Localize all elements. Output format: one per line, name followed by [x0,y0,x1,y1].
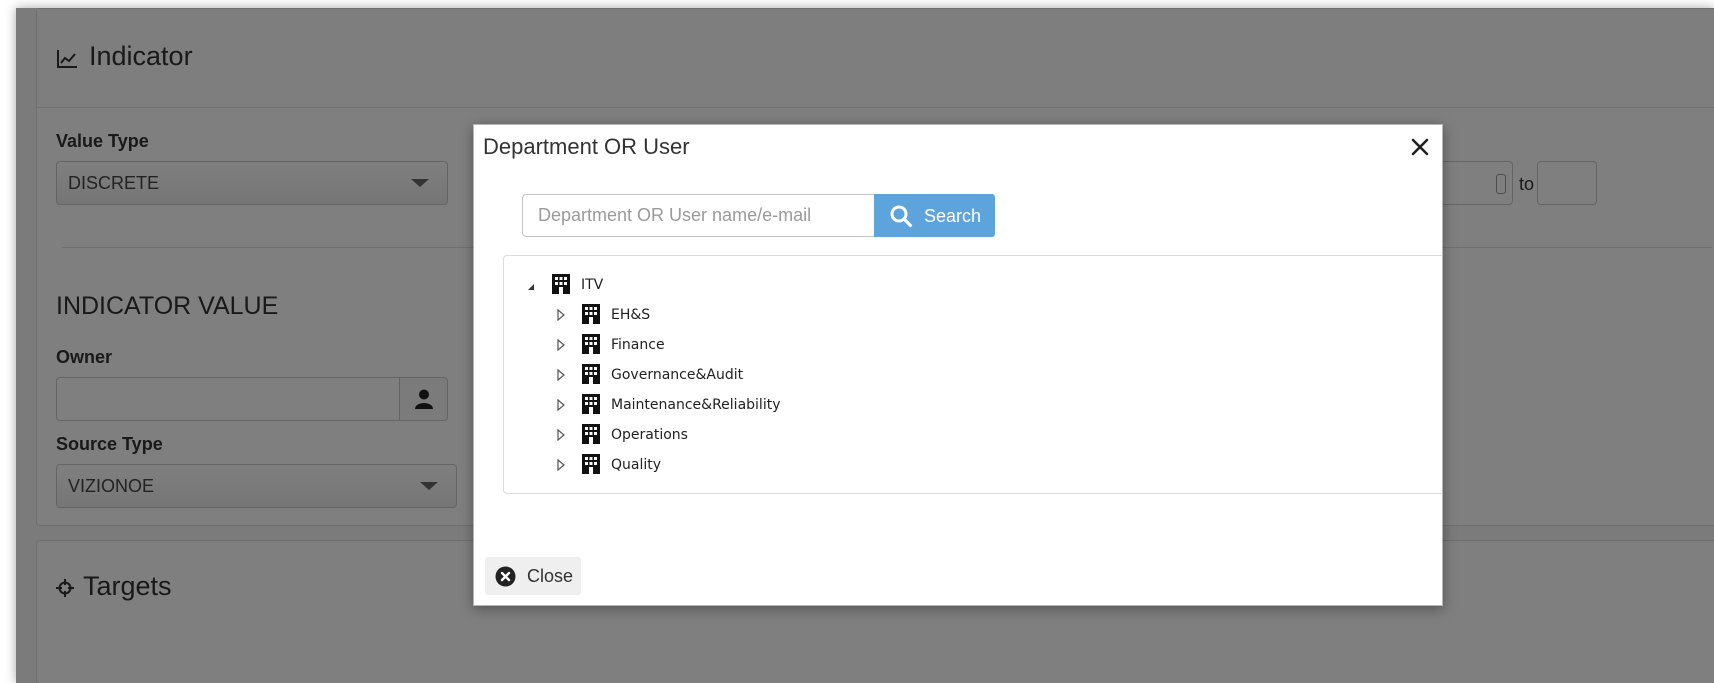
search-input[interactable] [522,194,875,237]
app-window: Indicator Value Type DISCRETE INDICATOR … [16,8,1714,683]
triangle-expanded-icon[interactable] [526,279,536,297]
tree-node-label[interactable]: ITV [581,277,603,293]
triangle-collapsed-icon[interactable] [556,308,566,326]
building-icon [581,422,601,449]
department-tree: ITV EH&S Finance Governance&Audit Mainte… [503,255,1442,494]
building-icon [581,302,601,329]
search-icon [889,204,913,233]
search-button-label: Search [924,206,982,226]
building-icon [551,272,571,299]
tree-node-label[interactable]: EH&S [611,307,650,323]
tree-node-label[interactable]: Governance&Audit [611,367,743,383]
tree-node-label[interactable]: Finance [611,337,665,353]
department-user-dialog: Department OR User Search [473,124,1443,606]
triangle-collapsed-icon[interactable] [556,338,566,356]
building-icon [581,362,601,389]
building-icon [581,332,601,359]
close-button[interactable]: Close [485,557,581,595]
building-icon [581,392,601,419]
triangle-collapsed-icon[interactable] [556,458,566,476]
tree-node-label[interactable]: Operations [611,427,688,443]
triangle-collapsed-icon[interactable] [556,428,566,446]
search-button[interactable]: Search [874,194,995,237]
triangle-collapsed-icon[interactable] [556,368,566,386]
tree-node-label[interactable]: Quality [611,457,661,473]
dialog-title: Department OR User [483,134,690,159]
close-button-label: Close [527,566,574,586]
close-circle-icon [495,566,516,592]
tree-node-label[interactable]: Maintenance&Reliability [611,397,780,413]
building-icon [581,452,601,479]
close-x-icon[interactable] [1406,133,1434,161]
triangle-collapsed-icon[interactable] [556,398,566,416]
